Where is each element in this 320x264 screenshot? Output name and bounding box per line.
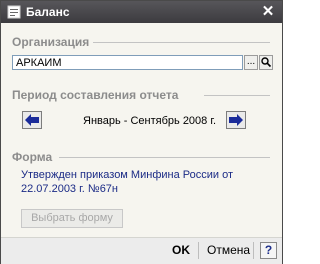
period-value: Январь - Сентябрь 2008 г. <box>83 115 217 127</box>
balance-dialog: Баланс ✕ Организация АРКАИМ ... Период с… <box>0 0 283 264</box>
period-label: Период составления отчета <box>12 88 179 102</box>
form-divider <box>59 157 270 158</box>
organization-select-button[interactable]: ... <box>244 55 258 70</box>
arrow-left-icon[interactable] <box>22 111 42 129</box>
help-button[interactable]: ? <box>260 242 277 259</box>
organization-divider <box>93 42 270 43</box>
report-icon <box>7 5 21 19</box>
close-icon[interactable]: ✕ <box>260 3 276 20</box>
magnifier-icon[interactable] <box>259 55 273 70</box>
organization-input[interactable]: АРКАИМ <box>12 55 243 70</box>
organization-label: Организация <box>12 35 90 49</box>
dialog-footer: OK Отмена ? <box>1 237 282 264</box>
ok-button[interactable]: OK <box>172 243 190 257</box>
form-label: Форма <box>12 150 53 164</box>
form-description: Утвержден приказом Минфина России от 22.… <box>21 169 233 195</box>
footer-divider <box>198 242 199 259</box>
window-title: Баланс <box>26 5 70 19</box>
title-bar[interactable]: Баланс ✕ <box>1 1 282 23</box>
period-divider <box>204 95 270 96</box>
footer-divider <box>253 242 254 259</box>
arrow-right-icon[interactable] <box>226 111 246 129</box>
cancel-button[interactable]: Отмена <box>207 243 250 257</box>
choose-form-button[interactable]: Выбрать форму <box>21 209 123 228</box>
